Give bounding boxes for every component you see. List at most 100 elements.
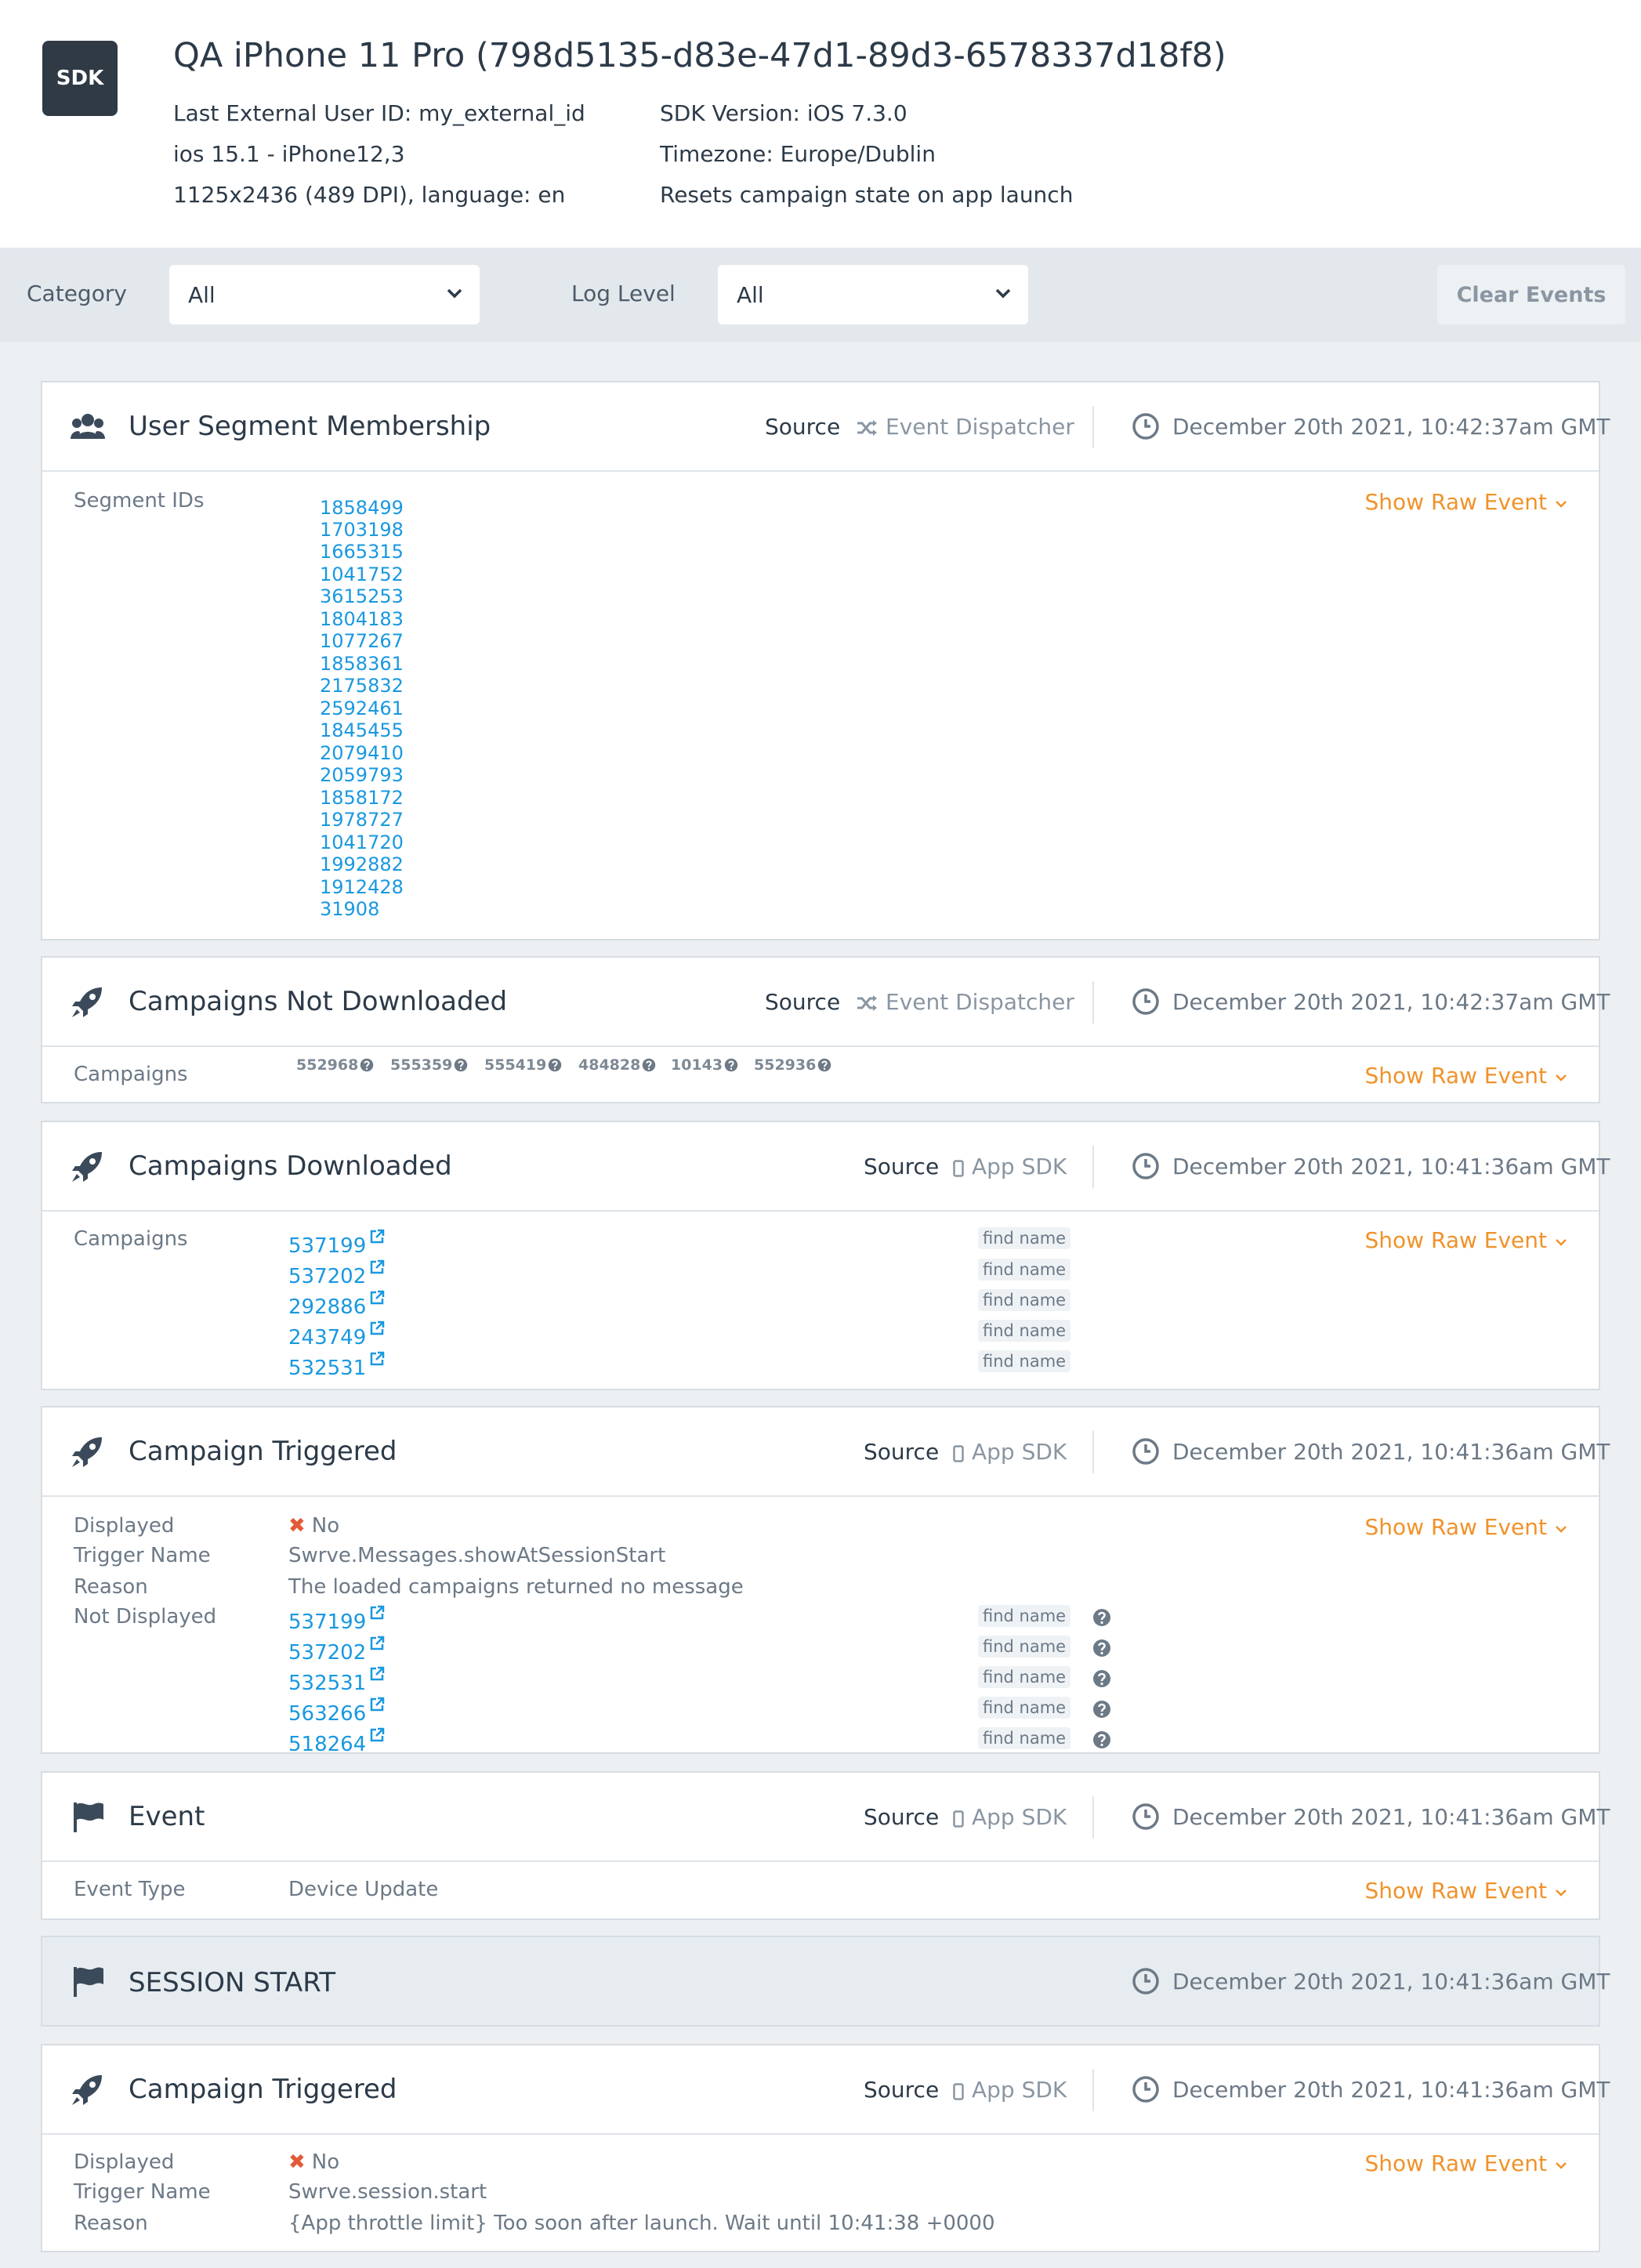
find-name-button[interactable]: find name: [978, 1636, 1071, 1658]
external-link-icon: [369, 1727, 385, 1743]
help-icon[interactable]: [1092, 1608, 1111, 1627]
source-value: App SDK: [953, 1804, 1067, 1830]
find-name-button[interactable]: find name: [978, 1350, 1071, 1372]
campaigns-label: Campaigns: [74, 1227, 188, 1251]
external-link-icon: [369, 1351, 385, 1367]
segment-id[interactable]: 1992882: [320, 853, 404, 875]
find-name-button[interactable]: find name: [978, 1605, 1071, 1627]
divider: [1092, 1431, 1094, 1473]
segment-id[interactable]: 1845455: [320, 719, 404, 741]
phone-icon: [953, 1445, 964, 1462]
source-value: App SDK: [953, 1439, 1067, 1465]
segment-id[interactable]: 1858172: [320, 787, 404, 809]
displayed-label: Displayed: [74, 1514, 175, 1538]
event-card-segments: User Segment Membership Source Event Dis…: [41, 381, 1610, 940]
help-icon[interactable]: [1092, 1639, 1111, 1658]
event-timestamp: December 20th 2021, 10:41:36am GMT: [1172, 1439, 1610, 1465]
segment-id[interactable]: 1804183: [320, 608, 404, 630]
segment-id[interactable]: 2592461: [320, 697, 404, 719]
segment-id[interactable]: 1912428: [320, 876, 404, 898]
segment-id[interactable]: 1041752: [320, 563, 404, 585]
segment-id[interactable]: 3615253: [320, 585, 404, 607]
show-raw-event-link[interactable]: Show Raw Event: [1365, 2150, 1567, 2176]
cross-icon: ✖: [288, 1514, 306, 1538]
campaign-link[interactable]: 532531: [288, 1666, 385, 1695]
event-timestamp: December 20th 2021, 10:41:36am GMT: [1172, 2077, 1610, 2103]
reason-label: Reason: [74, 1575, 148, 1599]
trigger-name-label: Trigger Name: [74, 2180, 211, 2204]
segment-id[interactable]: 1703198: [320, 519, 404, 541]
clock-icon: [1132, 1967, 1160, 1995]
find-name-button[interactable]: find name: [978, 1227, 1071, 1249]
segment-id[interactable]: 1665315: [320, 541, 404, 563]
filter-bar: Category All Log Level All Clear Events: [0, 248, 1641, 342]
chevron-down-icon: [444, 282, 465, 304]
show-raw-event-link[interactable]: Show Raw Event: [1365, 1514, 1567, 1540]
segment-id[interactable]: 1858361: [320, 653, 404, 675]
campaign-chip[interactable]: 555359: [390, 1056, 468, 1074]
chevron-down-icon: [1555, 500, 1567, 508]
clock-icon: [1132, 2075, 1160, 2103]
campaign-chip[interactable]: 552968: [296, 1056, 374, 1074]
divider: [1092, 1146, 1094, 1188]
campaign-chip[interactable]: 552936: [754, 1056, 831, 1074]
campaign-link[interactable]: 243749: [288, 1321, 385, 1350]
divider: [1092, 981, 1094, 1023]
event-type-value: Device Update: [288, 1878, 439, 1901]
find-name-button[interactable]: find name: [978, 1289, 1071, 1311]
find-name-button[interactable]: find name: [978, 1666, 1071, 1688]
campaign-link[interactable]: 537199: [288, 1229, 385, 1258]
find-name-button[interactable]: find name: [978, 1727, 1071, 1749]
session-title: SESSION START: [129, 1967, 336, 1998]
shuffle-icon: [856, 418, 878, 437]
campaign-link[interactable]: 537202: [288, 1259, 385, 1288]
card-header: Campaign Triggered Source App SDK Decemb…: [42, 1408, 1610, 1497]
segment-id[interactable]: 1858499: [320, 497, 404, 519]
event-timestamp: December 20th 2021, 10:41:36am GMT: [1172, 1154, 1610, 1179]
divider: [1092, 406, 1094, 448]
campaign-link[interactable]: 292886: [288, 1290, 385, 1319]
external-link-icon: [369, 1259, 385, 1275]
campaign-link[interactable]: 532531: [288, 1351, 385, 1380]
segment-id[interactable]: 2175832: [320, 675, 404, 697]
campaign-chip[interactable]: 484828: [578, 1056, 656, 1074]
help-icon: [817, 1058, 831, 1072]
clear-events-button[interactable]: Clear Events: [1437, 265, 1625, 324]
segment-id[interactable]: 2059793: [320, 764, 404, 786]
show-raw-event-link[interactable]: Show Raw Event: [1365, 489, 1567, 515]
log-level-value: All: [737, 281, 764, 308]
sdk-version: SDK Version: iOS 7.3.0: [660, 100, 907, 126]
segment-id[interactable]: 1041720: [320, 831, 404, 853]
source-label: Source: [864, 1154, 940, 1179]
os-model: ios 15.1 - iPhone12,3: [173, 141, 405, 167]
event-card-downloaded: Campaigns Downloaded Source App SDK Dece…: [41, 1121, 1610, 1390]
flag-icon: [71, 1965, 105, 1998]
segment-id[interactable]: 1978727: [320, 809, 404, 831]
category-select[interactable]: All: [169, 265, 480, 324]
source-label: Source: [765, 989, 841, 1015]
segment-id[interactable]: 31908: [320, 898, 379, 920]
segment-id[interactable]: 2079410: [320, 742, 404, 764]
show-raw-event-link[interactable]: Show Raw Event: [1365, 1063, 1567, 1089]
show-raw-event-link[interactable]: Show Raw Event: [1365, 1878, 1567, 1904]
event-type-label: Event Type: [74, 1878, 186, 1901]
find-name-button[interactable]: find name: [978, 1697, 1071, 1719]
campaign-link[interactable]: 537202: [288, 1636, 385, 1665]
campaign-chip[interactable]: 10143: [671, 1056, 738, 1074]
show-raw-event-link[interactable]: Show Raw Event: [1365, 1227, 1567, 1253]
segment-id[interactable]: 1077267: [320, 630, 404, 652]
find-name-button[interactable]: find name: [978, 1320, 1071, 1342]
rocket-icon: [71, 1150, 105, 1183]
log-level-select[interactable]: All: [718, 265, 1028, 324]
campaign-link[interactable]: 563266: [288, 1697, 385, 1726]
help-icon[interactable]: [1092, 1700, 1111, 1719]
find-name-button[interactable]: find name: [978, 1259, 1071, 1281]
help-icon: [724, 1058, 738, 1072]
external-link-icon: [369, 1666, 385, 1682]
help-icon: [548, 1058, 562, 1072]
help-icon[interactable]: [1092, 1669, 1111, 1688]
campaign-link[interactable]: 537199: [288, 1605, 385, 1634]
help-icon[interactable]: [1092, 1730, 1111, 1749]
campaign-chip[interactable]: 555419: [484, 1056, 562, 1074]
campaign-link[interactable]: 518264: [288, 1727, 385, 1756]
